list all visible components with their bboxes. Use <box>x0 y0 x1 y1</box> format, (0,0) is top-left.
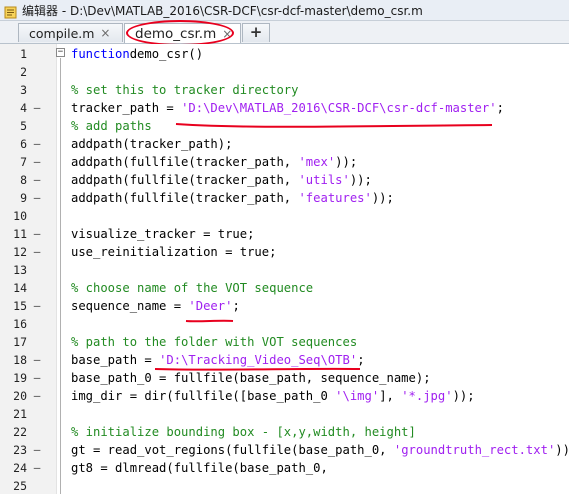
code-line[interactable]: 2 <box>0 63 569 81</box>
close-icon[interactable]: × <box>222 27 238 41</box>
fold-guide-line <box>60 58 61 494</box>
line-number: 17 <box>13 335 27 349</box>
code-text: % choose name of the VOT sequence <box>71 281 314 295</box>
code-line[interactable]: 22 % initialize bounding box - [x,y,width… <box>0 423 569 441</box>
code-text: % set this to tracker directory <box>71 83 299 97</box>
code-line[interactable]: 1 − functiondemo_csr() <box>0 45 569 63</box>
code-line[interactable]: 14 % choose name of the VOT sequence <box>0 279 569 297</box>
breakpoint-marker[interactable]: – <box>32 189 42 207</box>
code-text: % add paths <box>71 119 152 133</box>
line-number: 4 <box>20 101 27 115</box>
code-text: visualize_tracker = true; <box>71 227 255 241</box>
code-line[interactable]: 5 % add paths <box>0 117 569 135</box>
breakpoint-marker[interactable]: – <box>32 243 42 261</box>
code-text: base_path_0 = fullfile(base_path, sequen… <box>71 371 431 385</box>
breakpoint-marker[interactable]: – <box>32 135 42 153</box>
code-text: addpath(fullfile(tracker_path, 'features… <box>71 191 394 205</box>
code-line[interactable]: 16 <box>0 315 569 333</box>
tab-label: demo_csr.m <box>135 25 217 42</box>
line-number: 13 <box>13 263 27 277</box>
code-line[interactable]: 18– base_path = 'D:\Tracking_Video_Seq\OT… <box>0 351 569 369</box>
code-text: use_reinitialization = true; <box>71 245 277 259</box>
line-number: 12 <box>13 245 27 259</box>
window-title: 编辑器 - D:\Dev\MATLAB_2016\CSR-DCF\csr-dcf… <box>22 3 423 18</box>
code-text: addpath(tracker_path); <box>71 137 233 151</box>
breakpoint-marker[interactable]: – <box>32 225 42 243</box>
breakpoint-marker[interactable]: – <box>32 369 42 387</box>
code-text: gt8 = dlmread(fullfile(base_path_0, <box>71 461 328 475</box>
breakpoint-marker[interactable]: – <box>32 459 42 477</box>
code-line[interactable]: 7– addpath(fullfile(tracker_path, 'mex'))… <box>0 153 569 171</box>
code-text: sequence_name = 'Deer'; <box>71 299 240 313</box>
line-number: 24 <box>13 461 27 475</box>
code-editor[interactable]: 1− functiondemo_csr() 2 3% set this to trac… <box>0 44 569 494</box>
breakpoint-marker[interactable]: – <box>32 351 42 369</box>
code-line[interactable]: 17 % path to the folder with VOT sequence… <box>0 333 569 351</box>
code-line[interactable]: 3 % set this to tracker directory <box>0 81 569 99</box>
code-line[interactable]: 19– base_path_0 = fullfile(base_path, seq… <box>0 369 569 387</box>
line-number: 2 <box>20 65 27 79</box>
line-number: 15 <box>13 299 27 313</box>
code-text: tracker_path = 'D:\Dev\MATLAB_2016\CSR-D… <box>71 101 504 115</box>
code-line[interactable]: 20– img_dir = dir(fullfile([base_path_0 '… <box>0 387 569 405</box>
close-icon[interactable]: × <box>100 26 116 40</box>
line-number: 11 <box>13 227 27 241</box>
line-number: 6 <box>20 137 27 151</box>
code-line[interactable]: 8– addpath(fullfile(tracker_path, 'utils'… <box>0 171 569 189</box>
line-number: 16 <box>13 317 27 331</box>
line-number: 9 <box>20 191 27 205</box>
code-text: addpath(fullfile(tracker_path, 'mex')); <box>71 155 358 169</box>
line-number: 3 <box>20 83 27 97</box>
code-line[interactable]: 9– addpath(fullfile(tracker_path, 'featur… <box>0 189 569 207</box>
line-number: 20 <box>13 389 27 403</box>
code-line[interactable]: 21 <box>0 405 569 423</box>
code-text: % path to the folder with VOT sequences <box>71 335 358 349</box>
line-number: 22 <box>13 425 27 439</box>
code-line[interactable]: 10 <box>0 207 569 225</box>
tab-bar: compile.m × demo_csr.m × + <box>0 21 569 44</box>
line-number: 8 <box>20 173 27 187</box>
code-text: % initialize bounding box - [x,y,width, … <box>71 425 416 439</box>
code-text: functiondemo_csr() <box>71 47 204 61</box>
matlab-editor-icon <box>4 4 17 18</box>
breakpoint-marker[interactable]: – <box>32 297 42 315</box>
breakpoint-marker[interactable]: – <box>32 99 42 117</box>
fold-toggle-icon[interactable]: − <box>56 48 65 57</box>
code-text: img_dir = dir(fullfile([base_path_0 '\im… <box>71 389 475 403</box>
code-line[interactable]: 23– gt = read_vot_regions(fullfile(base_p… <box>0 441 569 459</box>
code-line[interactable]: 25 <box>0 477 569 495</box>
line-number: 25 <box>13 479 27 493</box>
breakpoint-marker[interactable]: – <box>32 387 42 405</box>
breakpoint-marker[interactable]: – <box>32 171 42 189</box>
title-bar: 编辑器 - D:\Dev\MATLAB_2016\CSR-DCF\csr-dcf… <box>0 0 569 21</box>
line-number: 14 <box>13 281 27 295</box>
line-number: 19 <box>13 371 27 385</box>
breakpoint-marker[interactable]: – <box>32 153 42 171</box>
tab-demo-csr[interactable]: demo_csr.m × <box>124 23 241 43</box>
line-number: 10 <box>13 209 27 223</box>
code-line[interactable]: 24– gt8 = dlmread(fullfile(base_path_0, <box>0 459 569 477</box>
code-line[interactable]: 15– sequence_name = 'Deer'; <box>0 297 569 315</box>
code-line[interactable]: 13 <box>0 261 569 279</box>
tab-compile[interactable]: compile.m × <box>18 23 123 42</box>
line-number: 21 <box>13 407 27 421</box>
code-text: addpath(fullfile(tracker_path, 'utils'))… <box>71 173 372 187</box>
line-number: 7 <box>20 155 27 169</box>
code-line[interactable]: 4– tracker_path = 'D:\Dev\MATLAB_2016\CSR… <box>0 99 569 117</box>
line-number: 23 <box>13 443 27 457</box>
line-number: 1 <box>20 47 27 61</box>
add-tab-button[interactable]: + <box>242 23 270 42</box>
code-line[interactable]: 11– visualize_tracker = true; <box>0 225 569 243</box>
code-line[interactable]: 6– addpath(tracker_path); <box>0 135 569 153</box>
line-number: 18 <box>13 353 27 367</box>
line-number: 5 <box>20 119 27 133</box>
code-line[interactable]: 12– use_reinitialization = true; <box>0 243 569 261</box>
breakpoint-marker[interactable]: – <box>32 441 42 459</box>
code-text: base_path = 'D:\Tracking_Video_Seq\OTB'; <box>71 353 365 367</box>
tab-label: compile.m <box>29 25 95 41</box>
code-text: gt = read_vot_regions(fullfile(base_path… <box>71 443 569 457</box>
